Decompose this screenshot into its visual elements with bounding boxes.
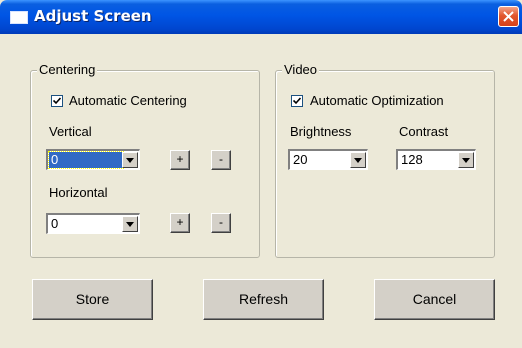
contrast-select[interactable]: 128 bbox=[396, 149, 476, 170]
horizontal-dropdown-button[interactable] bbox=[122, 216, 138, 232]
checkmark-icon bbox=[53, 97, 61, 105]
dropdown-arrow-icon bbox=[462, 158, 470, 163]
close-button[interactable] bbox=[498, 6, 519, 27]
horizontal-plus-button[interactable]: + bbox=[170, 213, 190, 233]
horizontal-value: 0 bbox=[51, 216, 59, 231]
horizontal-select[interactable]: 0 bbox=[46, 213, 140, 234]
horizontal-label: Horizontal bbox=[49, 185, 108, 200]
centering-legend: Centering bbox=[37, 62, 98, 77]
contrast-value: 128 bbox=[401, 152, 423, 167]
video-legend: Video bbox=[282, 62, 320, 77]
brightness-value: 20 bbox=[293, 152, 308, 167]
contrast-dropdown-button[interactable] bbox=[458, 152, 474, 168]
adjust-screen-dialog: Adjust Screen Centering Automatic Center… bbox=[0, 0, 522, 348]
brightness-dropdown-button[interactable] bbox=[350, 152, 366, 168]
dropdown-arrow-icon bbox=[354, 158, 362, 163]
window-title: Adjust Screen bbox=[34, 7, 152, 25]
vertical-select[interactable]: 0 bbox=[46, 149, 140, 170]
vertical-label: Vertical bbox=[49, 124, 92, 139]
vertical-dropdown-button[interactable] bbox=[122, 152, 138, 168]
window-icon bbox=[10, 11, 28, 24]
horizontal-minus-button[interactable]: - bbox=[211, 213, 231, 233]
automatic-centering-label[interactable]: Automatic Centering bbox=[69, 93, 187, 108]
cancel-button[interactable]: Cancel bbox=[374, 279, 495, 320]
contrast-label: Contrast bbox=[399, 124, 449, 139]
close-icon bbox=[503, 11, 514, 22]
automatic-optimization-checkbox[interactable] bbox=[291, 95, 303, 107]
automatic-centering-checkbox[interactable] bbox=[51, 95, 63, 107]
automatic-optimization-label[interactable]: Automatic Optimization bbox=[310, 93, 444, 108]
title-bar[interactable]: Adjust Screen bbox=[0, 0, 522, 34]
store-button[interactable]: Store bbox=[32, 279, 153, 320]
dropdown-arrow-icon bbox=[126, 158, 134, 163]
brightness-select[interactable]: 20 bbox=[288, 149, 368, 170]
refresh-button[interactable]: Refresh bbox=[203, 279, 324, 320]
dropdown-arrow-icon bbox=[126, 222, 134, 227]
brightness-label: Brightness bbox=[290, 124, 352, 139]
checkmark-icon bbox=[293, 97, 301, 105]
vertical-value: 0 bbox=[48, 151, 124, 169]
vertical-plus-button[interactable]: + bbox=[170, 150, 190, 170]
vertical-minus-button[interactable]: - bbox=[211, 150, 231, 170]
